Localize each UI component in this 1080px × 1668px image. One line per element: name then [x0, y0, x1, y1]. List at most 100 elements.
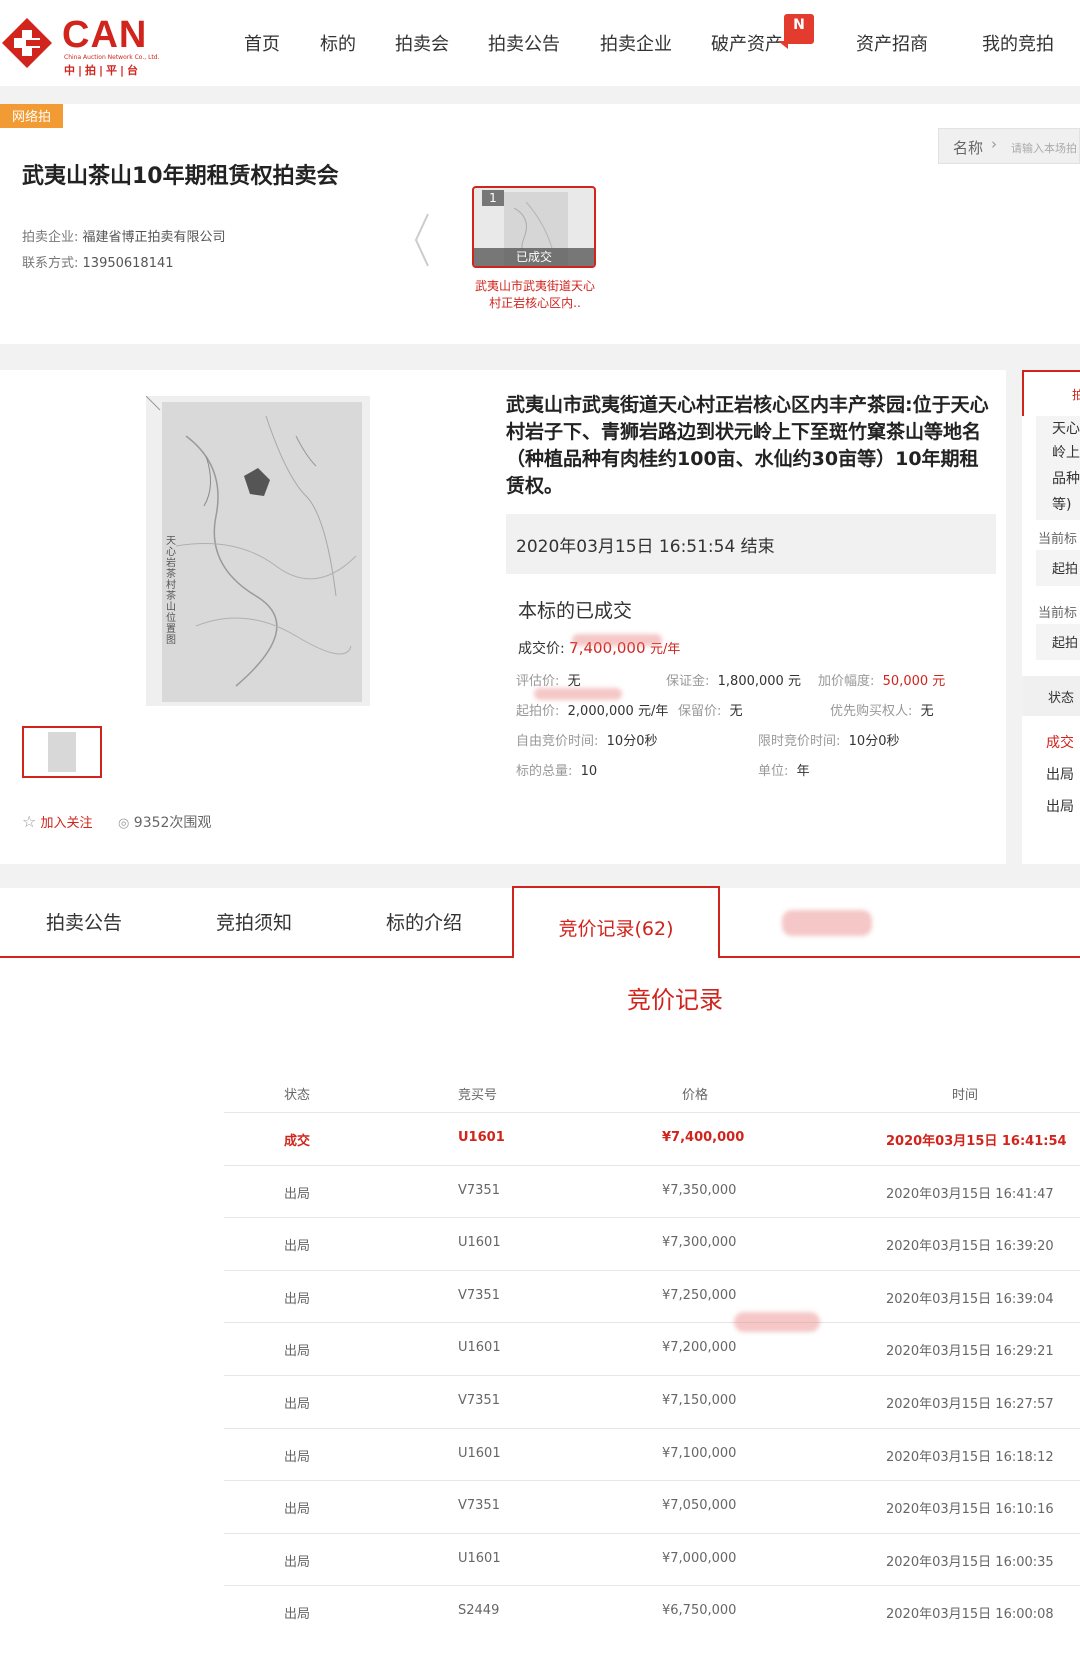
cell-id: U1601	[458, 1445, 501, 1461]
table-row: 出局 V7351 ¥7,150,000 2020年03月15日 16:27:57	[224, 1375, 1080, 1427]
lot-search[interactable]: 名称 › 请输入本场拍	[938, 128, 1080, 164]
auction-company: 拍卖企业: 福建省博正拍卖有限公司	[22, 230, 226, 245]
nav-my-bids[interactable]: 我的竞拍	[982, 30, 1054, 56]
cell-status: 出局	[284, 1291, 311, 1307]
tab-announcement[interactable]: 拍卖公告	[46, 908, 122, 935]
carousel-prev-icon[interactable]	[412, 212, 432, 268]
image-vertical-caption: 天心岩茶村茶山位置图	[166, 536, 176, 646]
table-row: 出局 U1601 ¥7,300,000 2020年03月15日 16:39:20	[224, 1217, 1080, 1269]
auction-info-panel: 网络拍 武夷山茶山10年期租赁权拍卖会 拍卖企业: 福建省博正拍卖有限公司 联系…	[0, 104, 1080, 344]
nav-investment[interactable]: 资产招商	[856, 30, 928, 56]
cell-id: U1601	[458, 1340, 501, 1356]
cell-time: 2020年03月15日 16:41:47	[886, 1186, 1054, 1202]
cell-id: V7351	[458, 1287, 500, 1303]
new-badge: N	[778, 14, 814, 49]
nav-home[interactable]: 首页	[244, 30, 280, 56]
field-eval: 评估价: 无	[516, 674, 581, 689]
cell-id: V7351	[458, 1498, 500, 1514]
tea-plantation-map-icon	[146, 396, 370, 706]
eye-icon: ◎	[118, 816, 130, 831]
cell-status: 出局	[284, 1397, 311, 1412]
field-priority: 优先购买权人: 无	[830, 704, 934, 719]
field-deposit: 保证金: 1,800,000 元	[666, 674, 801, 689]
field-start: 起拍价: 2,000,000 元/年	[516, 704, 669, 719]
cell-status: 出局	[284, 1502, 311, 1518]
field-reserve: 保留价: 无	[678, 704, 743, 719]
cell-id: V7351	[458, 1182, 500, 1198]
detail-tabs: 拍卖公告 竞拍须知 标的介绍 竞价记录(62)	[0, 886, 1080, 960]
cell-status: 出局	[284, 1186, 311, 1202]
table-row: 成交 U1601 ¥7,400,000 2020年03月15日 16:41:54	[224, 1112, 1080, 1164]
cell-price: ¥7,050,000	[662, 1498, 737, 1514]
column-header-price: 价格	[682, 1088, 709, 1103]
field-limit-time: 限时竞价时间: 10分0秒	[758, 734, 900, 749]
cell-price: ¥7,000,000	[662, 1550, 737, 1566]
cell-time: 2020年03月15日 16:00:08	[886, 1607, 1054, 1623]
cell-price: ¥7,250,000	[662, 1287, 737, 1303]
cell-id: V7351	[458, 1393, 500, 1408]
column-header-bidder: 竞买号	[458, 1088, 498, 1103]
image-thumbnail[interactable]	[22, 726, 102, 778]
thumbnail-image	[48, 732, 76, 772]
main-nav: 首页 标的 拍卖会 拍卖公告 拍卖企业 破产资产 资产招商 我的竞拍	[0, 30, 1080, 60]
nav-auctions[interactable]: 拍卖会	[395, 30, 449, 56]
sidebar-header: 拍	[1022, 370, 1080, 416]
cell-status: 出局	[284, 1239, 311, 1255]
cell-time: 2020年03月15日 16:39:20	[886, 1239, 1054, 1255]
logo-chinese: 中|拍|平|台	[64, 64, 142, 77]
cell-time: 2020年03月15日 16:41:54	[886, 1134, 1067, 1149]
cell-price: ¥7,150,000	[662, 1393, 737, 1408]
cell-status: 出局	[284, 1449, 311, 1465]
cell-price: ¥6,750,000	[662, 1603, 737, 1619]
search-input[interactable]: 请输入本场拍	[1011, 140, 1077, 156]
table-row: 出局 U1601 ¥7,000,000 2020年03月15日 16:00:35	[224, 1532, 1080, 1585]
table-row: 出局 V7351 ¥7,050,000 2020年03月15日 16:10:16	[224, 1480, 1080, 1532]
tab-bid-records[interactable]: 竞价记录(62)	[512, 886, 720, 960]
online-auction-tag: 网络拍	[0, 104, 64, 128]
cell-status: 出局	[284, 1344, 311, 1360]
redaction-mark	[734, 1312, 820, 1332]
redaction-mark	[572, 634, 662, 646]
lot-caption[interactable]: 武夷山市武夷街道天心村正岩核心区内..	[470, 278, 600, 312]
table-row: 出局 V7351 ¥7,250,000 2020年03月15日 16:39:04	[224, 1269, 1080, 1322]
nav-bankruptcy-assets[interactable]: 破产资产	[711, 30, 783, 56]
table-row: 出局 V7351 ¥7,350,000 2020年03月15日 16:41:47	[224, 1164, 1080, 1217]
lot-number: 1	[482, 190, 504, 206]
field-free-time: 自由竞价时间: 10分0秒	[516, 734, 658, 749]
auction-title: 武夷山茶山10年期租赁权拍卖会	[22, 164, 339, 189]
lot-status: 已成交	[474, 248, 594, 266]
item-main-image[interactable]: 天心岩茶村茶山位置图	[146, 396, 370, 706]
nav-announcements[interactable]: 拍卖公告	[488, 30, 560, 56]
cell-time: 2020年03月15日 16:27:57	[886, 1397, 1054, 1412]
top-navigation-bar: CAN China Auction Network Co., Ltd. 中|拍|…	[0, 0, 1080, 86]
cell-price: ¥7,200,000	[662, 1340, 737, 1356]
nav-companies[interactable]: 拍卖企业	[600, 30, 672, 56]
tab-rules[interactable]: 竞拍须知	[216, 908, 292, 935]
column-header-time: 时间	[952, 1088, 979, 1103]
nav-items[interactable]: 标的	[320, 30, 356, 56]
lot-thumbnail[interactable]: 1 已成交	[472, 186, 596, 268]
cell-price: ¥7,400,000	[662, 1130, 745, 1145]
follow-button[interactable]: ☆ 加入关注	[22, 812, 93, 831]
cell-time: 2020年03月15日 16:00:35	[886, 1554, 1054, 1570]
field-unit: 单位: 年	[758, 764, 810, 779]
tab-introduction[interactable]: 标的介绍	[386, 908, 462, 935]
cell-id: U1601	[458, 1130, 505, 1145]
search-field-label[interactable]: 名称	[953, 137, 983, 158]
cell-time: 2020年03月15日 16:29:21	[886, 1344, 1054, 1360]
sold-heading: 本标的已成交	[518, 600, 633, 622]
column-header-status: 状态	[284, 1088, 311, 1103]
cell-price: ¥7,100,000	[662, 1445, 737, 1461]
auction-contact: 联系方式: 13950618141	[22, 256, 174, 271]
contact-phone: 13950618141	[82, 256, 174, 271]
field-total: 标的总量: 10	[516, 764, 598, 779]
view-count: ◎ 9352次围观	[118, 815, 212, 831]
table-row: 出局 U1601 ¥7,100,000 2020年03月15日 16:18:12	[224, 1427, 1080, 1480]
company-name[interactable]: 福建省博正拍卖有限公司	[83, 230, 226, 245]
chevron-right-icon: ›	[991, 135, 997, 153]
cell-price: ¥7,350,000	[662, 1182, 737, 1198]
end-time-bar: 2020年03月15日 16:51:54 结束	[506, 514, 996, 574]
bid-records-title: 竞价记录	[627, 986, 723, 1014]
item-detail-panel: 天心岩茶村茶山位置图 ☆ 加入关注 ◎ 9352次围观 武夷山市武夷街道天心村正…	[0, 370, 1006, 864]
bid-sidebar: 拍 天心 岭上 品种 等) 当前标 起拍 当前标 起拍 状态 成交 出局 出局	[1022, 370, 1080, 864]
